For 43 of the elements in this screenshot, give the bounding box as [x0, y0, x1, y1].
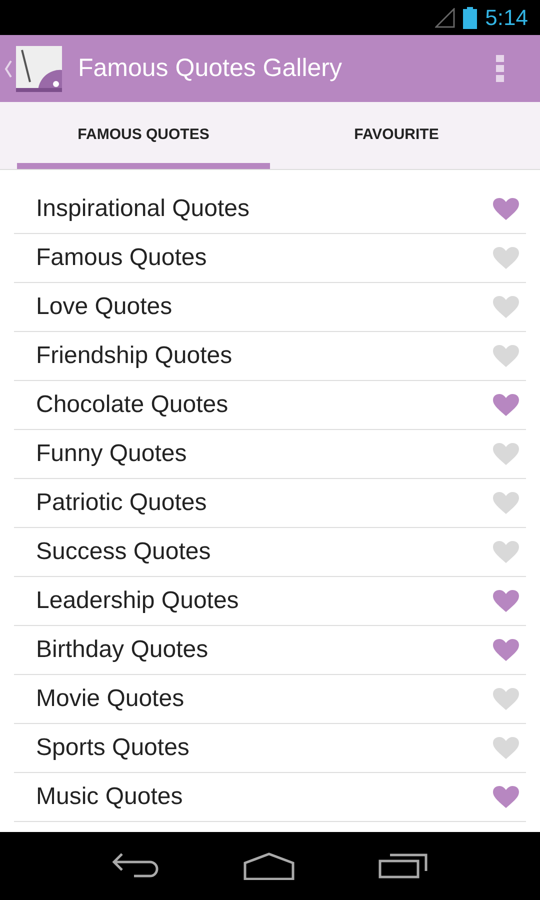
heart-icon[interactable]	[492, 197, 520, 221]
category-label: Success Quotes	[36, 537, 211, 567]
app-title: Famous Quotes Gallery	[78, 52, 343, 84]
category-label: Friendship Quotes	[36, 341, 232, 371]
signal-icon	[435, 8, 456, 28]
category-label: Chocolate Quotes	[36, 390, 228, 420]
category-row[interactable]: Success Quotes	[14, 528, 526, 577]
category-label: Leadership Quotes	[36, 586, 239, 616]
battery-icon	[463, 6, 478, 28]
category-label: Funny Quotes	[36, 439, 187, 469]
heart-icon[interactable]	[492, 393, 520, 417]
category-row[interactable]: Patriotic Quotes	[14, 479, 526, 528]
back-icon[interactable]	[112, 853, 160, 879]
category-row[interactable]: Birthday Quotes	[14, 626, 526, 675]
category-row[interactable]: Famous Quotes	[14, 234, 526, 283]
tab[interactable]: FAMOUS QUOTES	[17, 102, 270, 169]
category-row[interactable]: Sports Quotes	[14, 724, 526, 773]
recent-apps-icon[interactable]	[378, 853, 428, 879]
category-row[interactable]: Music Quotes	[14, 773, 526, 822]
category-label: Sports Quotes	[36, 733, 190, 763]
category-row[interactable]: Chocolate Quotes	[14, 381, 526, 430]
category-row[interactable]: Movie Quotes	[14, 675, 526, 724]
category-row[interactable]: Love Quotes	[14, 283, 526, 332]
category-label: Birthday Quotes	[36, 635, 208, 665]
category-row[interactable]: Leadership Quotes	[14, 577, 526, 626]
category-label: Patriotic Quotes	[36, 488, 207, 518]
category-row[interactable]: Inspirational Quotes	[14, 185, 526, 234]
overflow-menu-icon[interactable]	[496, 54, 504, 82]
category-label: Love Quotes	[36, 292, 172, 322]
heart-icon[interactable]	[492, 638, 520, 662]
category-label: Inspirational Quotes	[36, 194, 250, 224]
tab[interactable]: FAVOURITE	[270, 102, 523, 169]
category-label: Movie Quotes	[36, 684, 184, 714]
category-row[interactable]: Friendship Quotes	[14, 332, 526, 381]
home-icon[interactable]	[242, 852, 295, 880]
app-logo-icon	[16, 46, 62, 92]
category-row[interactable]: Funny Quotes	[14, 430, 526, 479]
heart-icon[interactable]	[492, 785, 520, 809]
clock-text: 5:14	[485, 4, 528, 32]
caret-icon	[4, 60, 12, 78]
category-label: Music Quotes	[36, 782, 183, 812]
heart-icon[interactable]	[492, 589, 520, 613]
category-label: Famous Quotes	[36, 243, 207, 273]
